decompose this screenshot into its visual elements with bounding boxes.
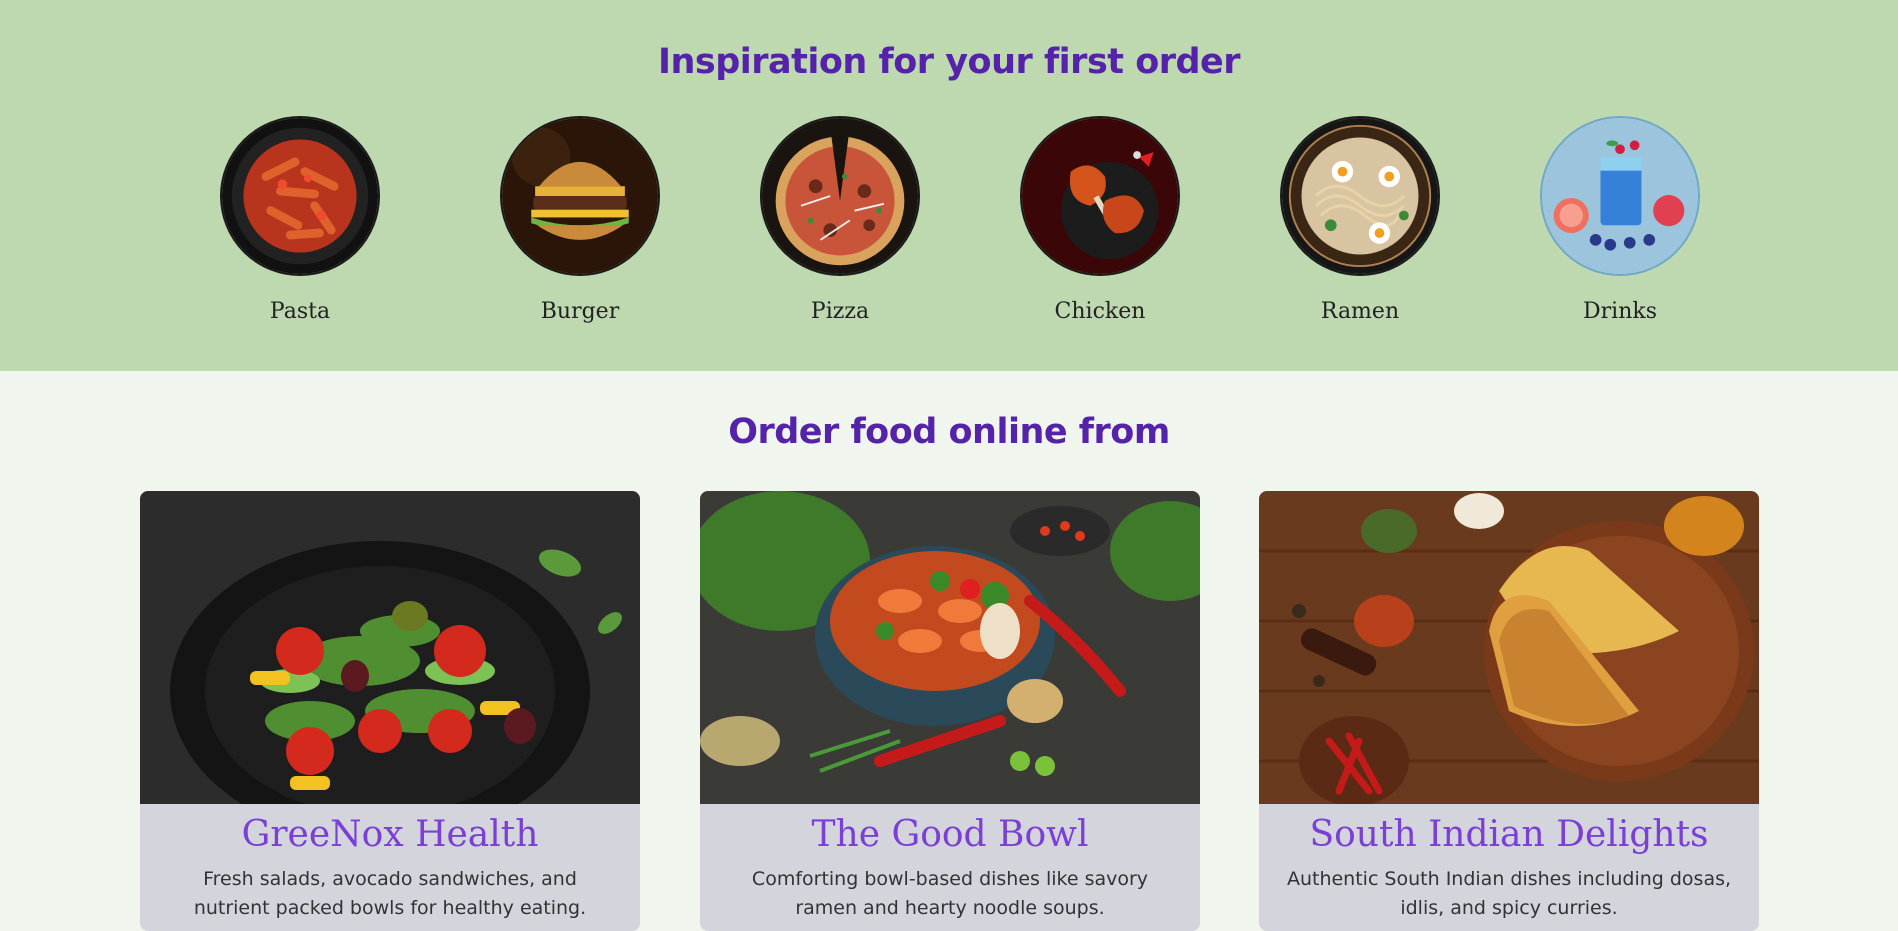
chicken-image[interactable] [1020,116,1180,276]
restaurant-card-greenox[interactable]: GreeNox Health Fresh salads, avocado san… [140,491,640,931]
category-label: Burger [540,299,620,324]
category-label: Ramen [1320,299,1400,324]
category-label: Drinks [1583,299,1657,324]
restaurant-description: Authentic South Indian dishes including … [1286,868,1732,919]
burger-image[interactable] [500,116,660,276]
restaurant-card-south-indian[interactable]: South Indian Delights Authentic South In… [1259,491,1759,931]
ramen-image[interactable] [1280,116,1440,276]
pizza-image[interactable] [760,116,920,276]
restaurant-name[interactable]: GreeNox Health [140,814,640,855]
restaurant-photo [700,491,1200,804]
drinks-image[interactable] [1540,116,1700,276]
restaurant-card-good-bowl[interactable]: The Good Bowl Comforting bowl-based dish… [700,491,1200,931]
restaurant-name[interactable]: South Indian Delights [1259,814,1759,855]
category-burger[interactable]: Burger [495,116,665,324]
category-pasta[interactable]: Pasta [215,116,385,324]
category-drinks[interactable]: Drinks [1535,116,1705,324]
category-label: Chicken [1054,299,1146,324]
pasta-image[interactable] [220,116,380,276]
restaurant-photo [1259,491,1759,804]
category-label: Pizza [810,299,870,324]
restaurant-photo [140,491,640,804]
inspiration-title: Inspiration for your first order [657,42,1241,82]
category-ramen[interactable]: Ramen [1275,116,1445,324]
restaurant-description: Fresh salads, avocado sandwiches, and nu… [193,868,587,919]
category-pizza[interactable]: Pizza [755,116,925,324]
category-chicken[interactable]: Chicken [1015,116,1185,324]
restaurant-description: Comforting bowl-based dishes like savory… [751,868,1149,919]
restaurants-title: Order food online from [728,412,1170,452]
restaurant-name[interactable]: The Good Bowl [700,814,1200,855]
category-label: Pasta [269,299,331,324]
inspiration-section: Inspiration for your first order Pasta B… [0,0,1898,371]
